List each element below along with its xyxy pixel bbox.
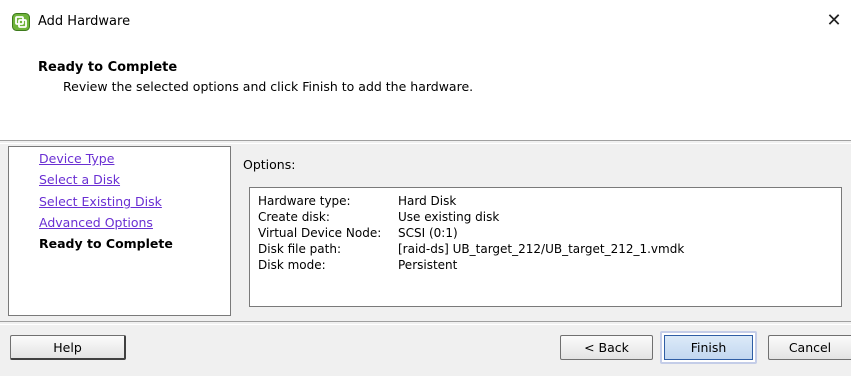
finish-button[interactable]: Finish: [660, 331, 757, 364]
option-key: Disk file path:: [258, 242, 342, 256]
nav-item-select-a-disk[interactable]: Select a Disk: [39, 172, 120, 187]
nav-item-device-type[interactable]: Device Type: [39, 151, 114, 166]
option-value: Persistent: [398, 258, 458, 272]
title-bar: Add Hardware ✕: [0, 0, 851, 44]
option-value: SCSI (0:1): [398, 226, 458, 240]
nav-item-advanced-options[interactable]: Advanced Options: [39, 215, 153, 230]
page-title: Ready to Complete: [38, 60, 178, 75]
wizard-header: Ready to Complete Review the selected op…: [0, 44, 851, 140]
options-summary-box: Hardware type: Hard Disk Create disk: Us…: [249, 187, 842, 307]
option-key: Disk mode:: [258, 258, 326, 272]
window-title: Add Hardware: [38, 14, 131, 29]
help-button[interactable]: Help: [10, 335, 126, 360]
header-divider: [0, 140, 851, 144]
back-button[interactable]: < Back: [560, 335, 653, 360]
option-key: Hardware type:: [258, 194, 351, 208]
page-description: Review the selected options and click Fi…: [63, 79, 474, 94]
footer-divider: [0, 321, 851, 325]
option-value: [raid-ds] UB_target_212/UB_target_212_1.…: [398, 242, 685, 256]
close-icon[interactable]: ✕: [823, 10, 845, 32]
option-value: Hard Disk: [398, 194, 457, 208]
option-value: Use existing disk: [398, 210, 500, 224]
add-hardware-icon: [12, 13, 30, 31]
nav-item-select-existing-disk[interactable]: Select Existing Disk: [39, 194, 162, 209]
cancel-button[interactable]: Cancel: [768, 335, 851, 360]
wizard-steps-pane: Device Type Select a Disk Select Existin…: [8, 146, 231, 316]
nav-item-ready-to-complete: Ready to Complete: [39, 236, 173, 251]
option-key: Create disk:: [258, 210, 330, 224]
options-label: Options:: [243, 157, 296, 172]
finish-button-label: Finish: [664, 335, 753, 360]
option-key: Virtual Device Node:: [258, 226, 382, 240]
